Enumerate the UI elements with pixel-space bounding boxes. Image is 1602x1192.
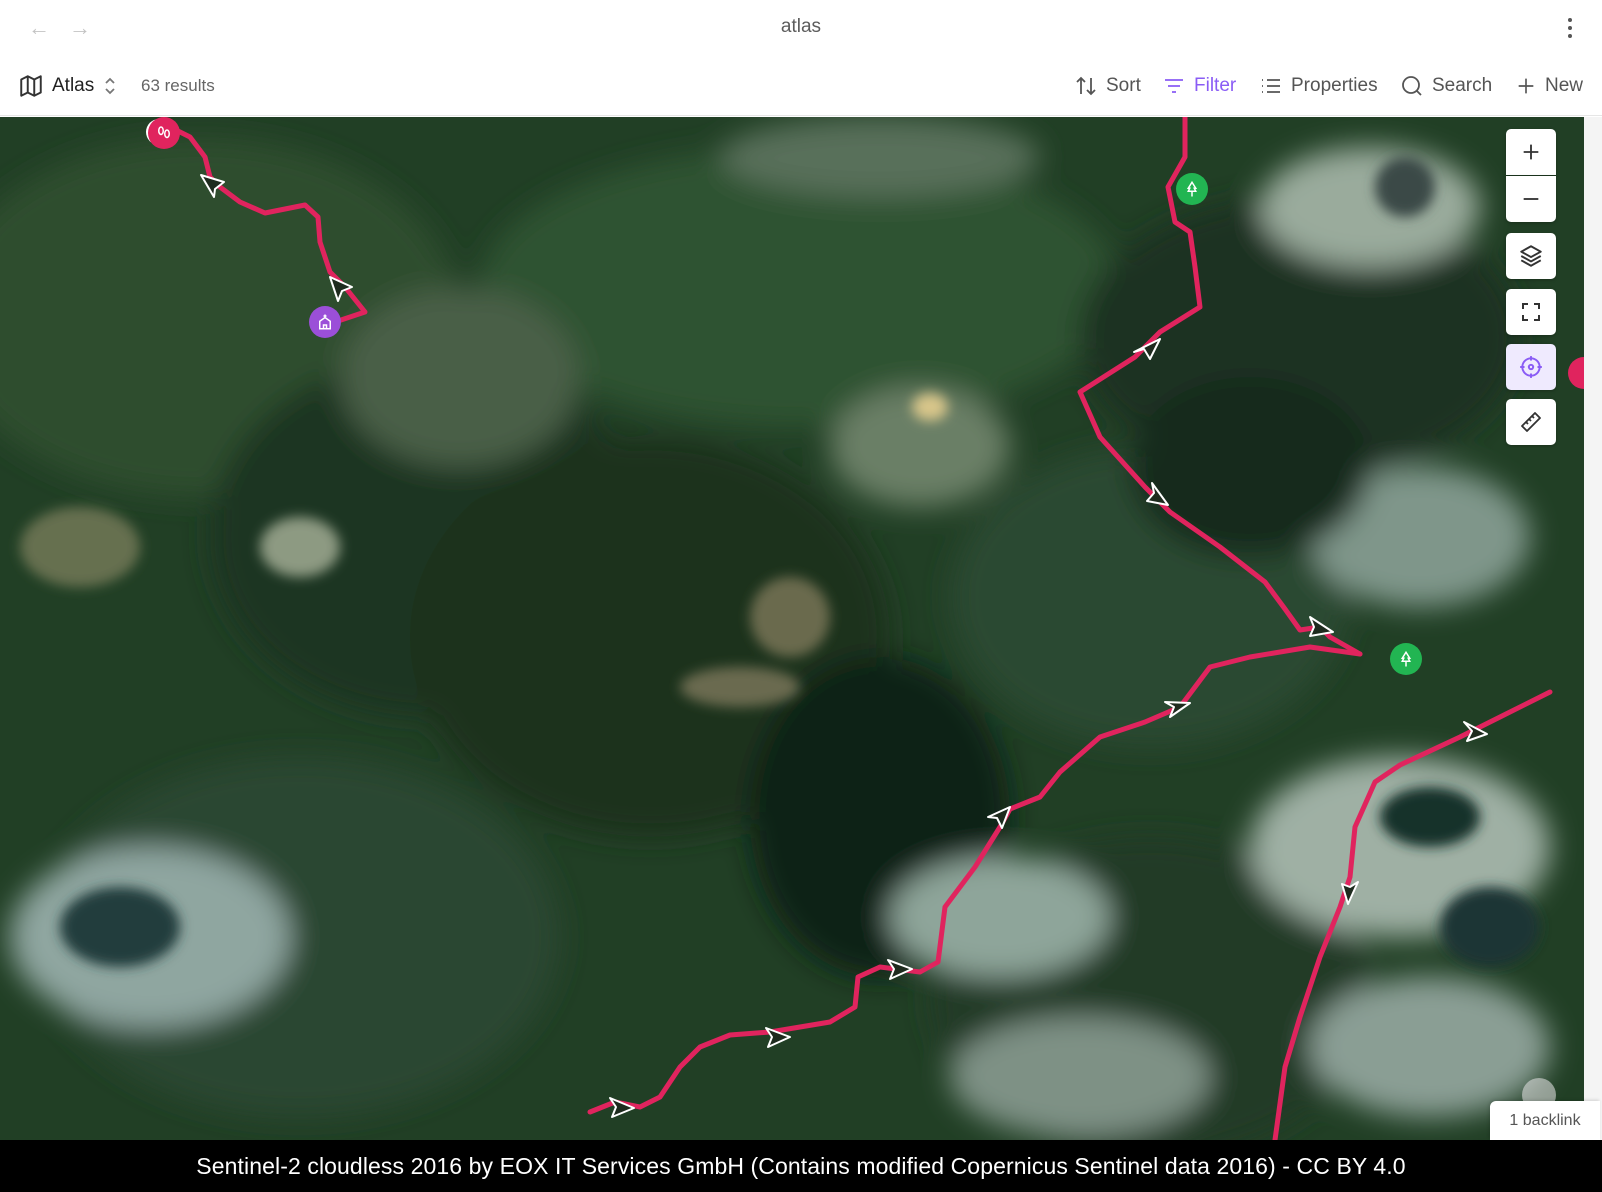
filter-icon: [1165, 79, 1183, 93]
footprints-icon: [158, 126, 170, 139]
map-attribution: Sentinel-2 cloudless 2016 by EOX IT Serv…: [0, 1140, 1602, 1192]
map-icon: [20, 75, 42, 97]
properties-button[interactable]: Properties: [1259, 70, 1378, 102]
new-button[interactable]: New: [1515, 70, 1583, 102]
list-icon: [1262, 79, 1280, 93]
view-name: Atlas: [52, 75, 95, 96]
plus-icon: [1518, 78, 1534, 94]
view-switcher[interactable]: Atlas: [18, 70, 118, 102]
zoom-out-icon: [1523, 198, 1539, 200]
scrollbar[interactable]: [1584, 117, 1602, 1140]
backlink-button[interactable]: 1 backlink: [1490, 1101, 1600, 1140]
tree-icon: [1186, 180, 1198, 197]
footprints-marker[interactable]: [148, 117, 180, 149]
zoom-in-icon: [1523, 144, 1539, 160]
locate-icon: [1520, 356, 1542, 378]
page-title: atlas: [780, 16, 822, 37]
locate-button[interactable]: [1506, 344, 1556, 390]
tree-marker-north[interactable]: [1176, 173, 1208, 205]
filter-label: Filter: [1194, 75, 1237, 96]
sort-label: Sort: [1106, 75, 1141, 96]
sort-icon: [1076, 76, 1096, 96]
sort-button[interactable]: Sort: [1074, 70, 1141, 102]
new-label: New: [1545, 75, 1584, 96]
zoom-out-button[interactable]: [1506, 176, 1556, 222]
zoom-in-button[interactable]: [1506, 129, 1556, 175]
layers-button[interactable]: [1506, 233, 1556, 279]
fullscreen-button[interactable]: [1506, 289, 1556, 335]
search-label: Search: [1432, 75, 1493, 96]
tree-icon: [1400, 650, 1412, 667]
results-count: 63 results: [141, 76, 215, 95]
map-view[interactable]: [0, 117, 1584, 1140]
top-bar: ← → atlas: [0, 0, 1602, 56]
measure-button[interactable]: [1506, 399, 1556, 445]
tree-marker-east[interactable]: [1390, 643, 1422, 675]
search-icon: [1402, 76, 1422, 96]
church-icon: [319, 314, 331, 330]
view-toolbar: Atlas 63 results Sort Filter Properties …: [0, 56, 1602, 116]
layers-icon: [1520, 245, 1542, 267]
satellite-imagery: [0, 117, 1584, 1140]
fullscreen-icon: [1522, 303, 1540, 321]
properties-label: Properties: [1291, 75, 1378, 96]
chevron-up-down-icon: [105, 77, 115, 95]
filter-button[interactable]: Filter: [1162, 70, 1236, 102]
more-vertical-icon[interactable]: [1566, 16, 1574, 40]
search-button[interactable]: Search: [1400, 70, 1492, 102]
church-marker[interactable]: [309, 306, 341, 338]
ruler-icon: [1521, 412, 1541, 432]
